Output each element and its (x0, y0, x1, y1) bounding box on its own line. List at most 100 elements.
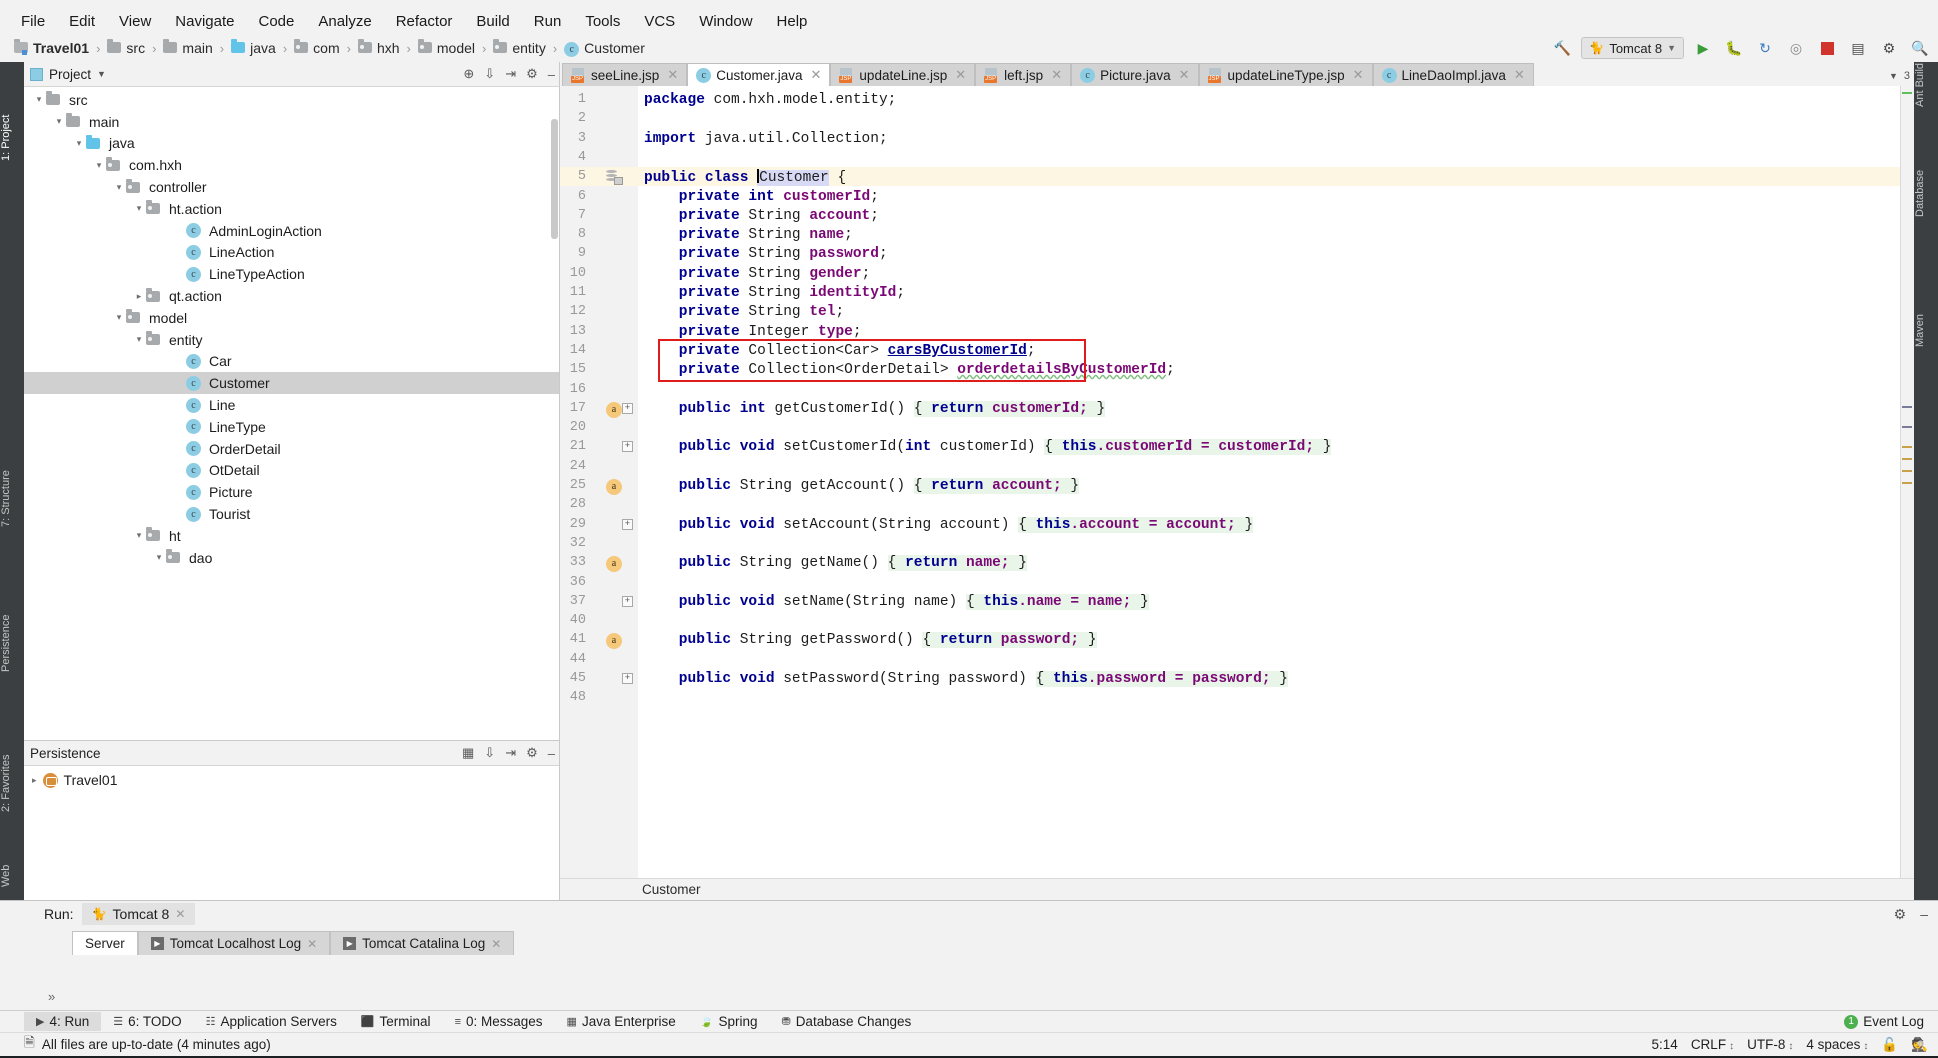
close-icon[interactable]: ✕ (175, 907, 185, 921)
tree-node-customer[interactable]: c Customer (24, 372, 559, 395)
breadcrumb-item-java[interactable]: java (231, 39, 276, 56)
expand-icon[interactable]: ⇥ (505, 745, 516, 761)
tool-window-button-application-servers[interactable]: ☷ Application Servers (194, 1012, 349, 1031)
run-icon[interactable]: ▶ (1691, 36, 1715, 60)
menu-item-help[interactable]: Help (766, 11, 819, 32)
chevron-down-icon[interactable] (112, 312, 126, 323)
fold-region-icon[interactable]: + (622, 595, 633, 607)
menu-item-file[interactable]: File (10, 11, 56, 32)
chevron-down-icon[interactable] (132, 334, 146, 345)
breadcrumb-item-travel01[interactable]: Travel01 (14, 39, 89, 56)
breadcrumb-item-model[interactable]: model (417, 39, 475, 56)
chevron-right-icon[interactable]: » (48, 989, 55, 1004)
persistence-root-row[interactable]: ▸ Travel01 (24, 766, 559, 788)
tree-node-ht[interactable]: ht (24, 525, 559, 547)
run-config-tab[interactable]: 🐈 Tomcat 8 ✕ (81, 903, 196, 925)
db-icon[interactable]: ▦ (462, 745, 474, 761)
tree-node-java[interactable]: java (24, 133, 559, 155)
gear-icon[interactable]: ⚙ (526, 745, 538, 761)
fold-region-icon[interactable]: + (622, 441, 633, 453)
annotation-gutter-badge[interactable]: a (606, 478, 622, 495)
close-tab-icon[interactable]: ✕ (955, 67, 966, 83)
chevron-down-icon[interactable] (52, 116, 66, 127)
sidebar-item-maven[interactable]: Maven (1914, 314, 1938, 364)
sidebar-item-structure[interactable]: 7: Structure (0, 470, 24, 544)
tree-node-src[interactable]: src (24, 89, 559, 111)
tree-node-car[interactable]: c Car (24, 351, 559, 373)
tree-node-adminloginaction[interactable]: c AdminLoginAction (24, 220, 559, 242)
tool-window-button-terminal[interactable]: ⬛ Terminal (349, 1012, 443, 1031)
layout-icon[interactable]: ▤ (1846, 36, 1870, 60)
rerun-icon[interactable]: ↻ (1753, 36, 1777, 60)
indent-setting[interactable]: 4 spaces (1806, 1037, 1868, 1052)
close-tab-icon[interactable]: ✕ (1353, 67, 1364, 83)
chevron-down-icon[interactable] (32, 94, 46, 105)
chevron-down-icon[interactable] (132, 530, 146, 541)
chevron-down-icon[interactable] (112, 182, 126, 193)
file-encoding[interactable]: UTF-8 (1747, 1037, 1793, 1052)
tree-node-linetype[interactable]: c LineType (24, 416, 559, 438)
menu-item-code[interactable]: Code (247, 11, 305, 32)
menu-item-navigate[interactable]: Navigate (164, 11, 245, 32)
close-icon[interactable]: ✕ (307, 937, 317, 951)
breadcrumb-item-customer[interactable]: c Customer (564, 39, 645, 57)
editor-tab-picture-java[interactable]: c Picture.java ✕ (1071, 63, 1199, 86)
close-icon[interactable]: ✕ (491, 937, 501, 951)
tool-window-button-java-enterprise[interactable]: ▦ Java Enterprise (555, 1012, 688, 1031)
editor-tab-linedaoimpl-java[interactable]: c LineDaoImpl.java ✕ (1372, 63, 1534, 86)
run-subtab-tomcat-catalina-log[interactable]: ▶ Tomcat Catalina Log ✕ (330, 931, 515, 955)
debug-icon[interactable]: 🐛 (1722, 36, 1746, 60)
tree-node-line[interactable]: c Line (24, 394, 559, 416)
breadcrumb-item-entity[interactable]: entity (493, 39, 546, 56)
sidebar-item-project[interactable]: 1: Project (0, 115, 24, 178)
tree-node-orderdetail[interactable]: c OrderDetail (24, 438, 559, 460)
settings-icon[interactable]: ⚙ (1877, 36, 1901, 60)
annotation-gutter-badge[interactable]: a (606, 632, 622, 650)
collapse-icon[interactable]: ⇩ (484, 745, 495, 761)
chevron-down-icon[interactable] (132, 203, 146, 214)
error-stripe-marker[interactable] (1900, 86, 1914, 878)
close-tab-icon[interactable]: ✕ (811, 67, 822, 83)
menu-item-analyze[interactable]: Analyze (307, 11, 382, 32)
database-entity-icon[interactable] (606, 170, 623, 190)
breadcrumb-item-main[interactable]: main (163, 39, 213, 56)
unlocked-icon[interactable]: 🔓 (1881, 1037, 1898, 1053)
chevron-right-icon[interactable]: ▸ (32, 775, 37, 786)
chevron-down-icon[interactable] (152, 552, 166, 563)
editor-tab-updateline-jsp[interactable]: JSP updateLine.jsp ✕ (830, 63, 976, 86)
fold-region-icon[interactable]: + (622, 673, 633, 684)
breadcrumb-item-src[interactable]: src (107, 39, 145, 56)
run-configuration-selector[interactable]: 🐈 Tomcat 8 ▼ (1581, 37, 1684, 59)
close-tab-icon[interactable]: ✕ (667, 67, 678, 83)
inspector-icon[interactable]: 🕵 (1911, 1037, 1928, 1053)
collapse-all-icon[interactable]: ⇩ (484, 66, 495, 82)
tree-node-dao[interactable]: dao (24, 547, 559, 569)
menu-item-refactor[interactable]: Refactor (385, 11, 464, 32)
chevron-down-icon[interactable] (92, 160, 106, 171)
breadcrumb-item-hxh[interactable]: hxh (357, 39, 400, 56)
chevron-right-icon[interactable] (132, 291, 146, 302)
minimize-icon[interactable]: – (1920, 906, 1928, 922)
menu-item-edit[interactable]: Edit (58, 11, 106, 32)
tree-node-com-hxh[interactable]: com.hxh (24, 154, 559, 176)
tree-node-otdetail[interactable]: c OtDetail (24, 460, 559, 482)
tree-node-entity[interactable]: entity (24, 329, 559, 351)
minimize-icon[interactable]: – (548, 67, 555, 82)
search-icon[interactable]: 🔍 (1908, 36, 1932, 60)
gear-icon[interactable]: ⚙ (1894, 906, 1907, 923)
tree-node-picture[interactable]: c Picture (24, 481, 559, 503)
tree-scrollbar[interactable] (551, 119, 558, 239)
menu-item-view[interactable]: View (108, 11, 162, 32)
sidebar-item-persistence[interactable]: Persistence (0, 615, 24, 689)
tree-node-lineaction[interactable]: c LineAction (24, 242, 559, 264)
tool-window-button-4--run[interactable]: ▶ 4: Run (24, 1012, 102, 1031)
tree-node-linetypeaction[interactable]: c LineTypeAction (24, 263, 559, 285)
sidebar-item-database[interactable]: Database (1914, 170, 1938, 234)
gear-icon[interactable]: ⚙ (526, 66, 538, 82)
project-tree[interactable]: srcmain java com.hxh controller ht.action c Ad… (24, 87, 559, 740)
menu-item-vcs[interactable]: VCS (633, 11, 686, 32)
tree-node-ht-action[interactable]: ht.action (24, 198, 559, 220)
close-tab-icon[interactable]: ✕ (1051, 67, 1062, 83)
tool-window-button-spring[interactable]: 🍃 Spring (688, 1012, 770, 1031)
editor-tab-customer-java[interactable]: c Customer.java ✕ (687, 63, 831, 86)
